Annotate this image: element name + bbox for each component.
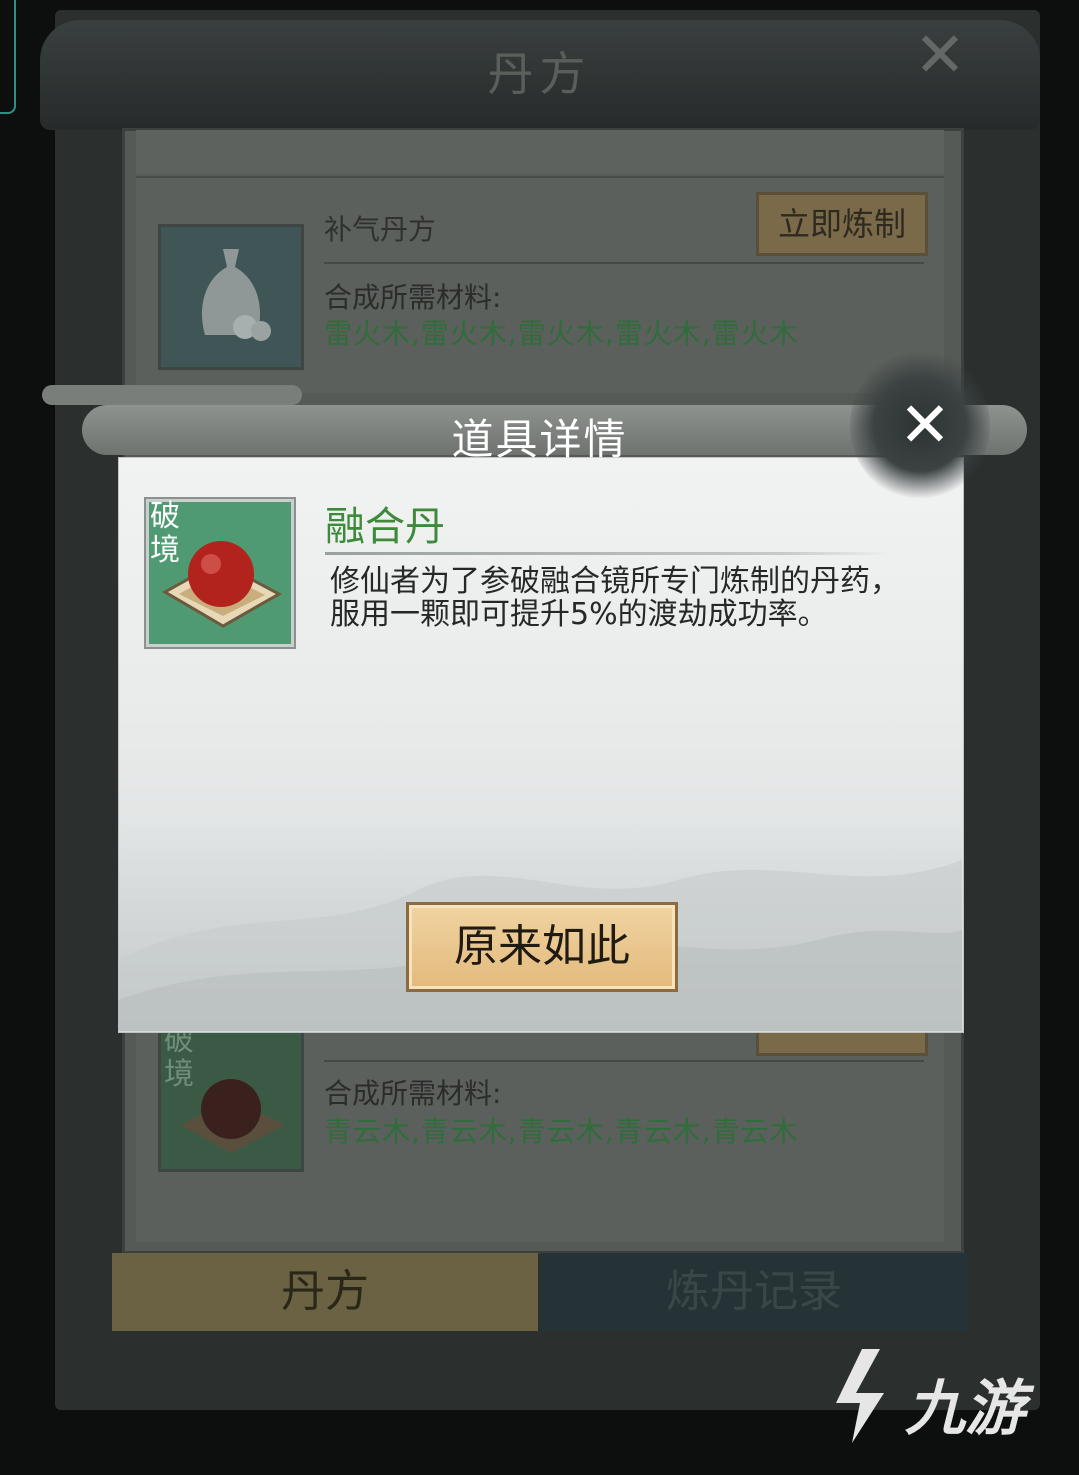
divider <box>324 1060 924 1062</box>
divider <box>325 552 890 555</box>
recipe-row[interactable]: 补气丹方 立即炼制 合成所需材料: 雷火木,雷火木,雷火木,雷火木,雷火木 <box>136 176 944 393</box>
materials-label: 合成所需材料: <box>324 281 502 314</box>
tab-alchemy-records[interactable]: 炼丹记录 <box>540 1253 968 1331</box>
realm-badge: 破境 <box>164 1023 194 1092</box>
materials-label: 合成所需材料: <box>324 1077 502 1110</box>
watermark-text: 九游 <box>905 1374 1025 1444</box>
pouch-icon <box>158 224 304 370</box>
jiuyou-logo-icon <box>822 1345 910 1445</box>
craft-now-button[interactable]: 立即炼制 <box>756 192 928 256</box>
divider <box>324 262 924 264</box>
recipe-name: 补气丹方 <box>324 213 437 246</box>
tab-recipes[interactable]: 丹方 <box>112 1253 538 1331</box>
recipe-list-header-strip <box>136 130 944 174</box>
close-icon[interactable]: ✕ <box>905 20 975 90</box>
item-name: 融合丹 <box>325 504 445 550</box>
recipe-row[interactable]: 破境 合成所需材料: 青云木,青云木,青云木,青云木,青云木 <box>136 1000 944 1242</box>
item-description: 修仙者为了参破融合镜所专门炼制的丹药，服用一颗即可提升5%的渡劫成功率。 <box>330 564 900 632</box>
realm-badge: 破境 <box>150 499 180 568</box>
materials-list: 雷火木,雷火木,雷火木,雷火木,雷火木 <box>324 317 799 350</box>
materials-list: 青云木,青云木,青云木,青云木,青云木 <box>324 1115 799 1148</box>
modal-header-ink-stroke <box>42 385 302 405</box>
close-icon[interactable]: ✕ <box>890 394 960 456</box>
confirm-button[interactable]: 原来如此 <box>406 902 678 992</box>
